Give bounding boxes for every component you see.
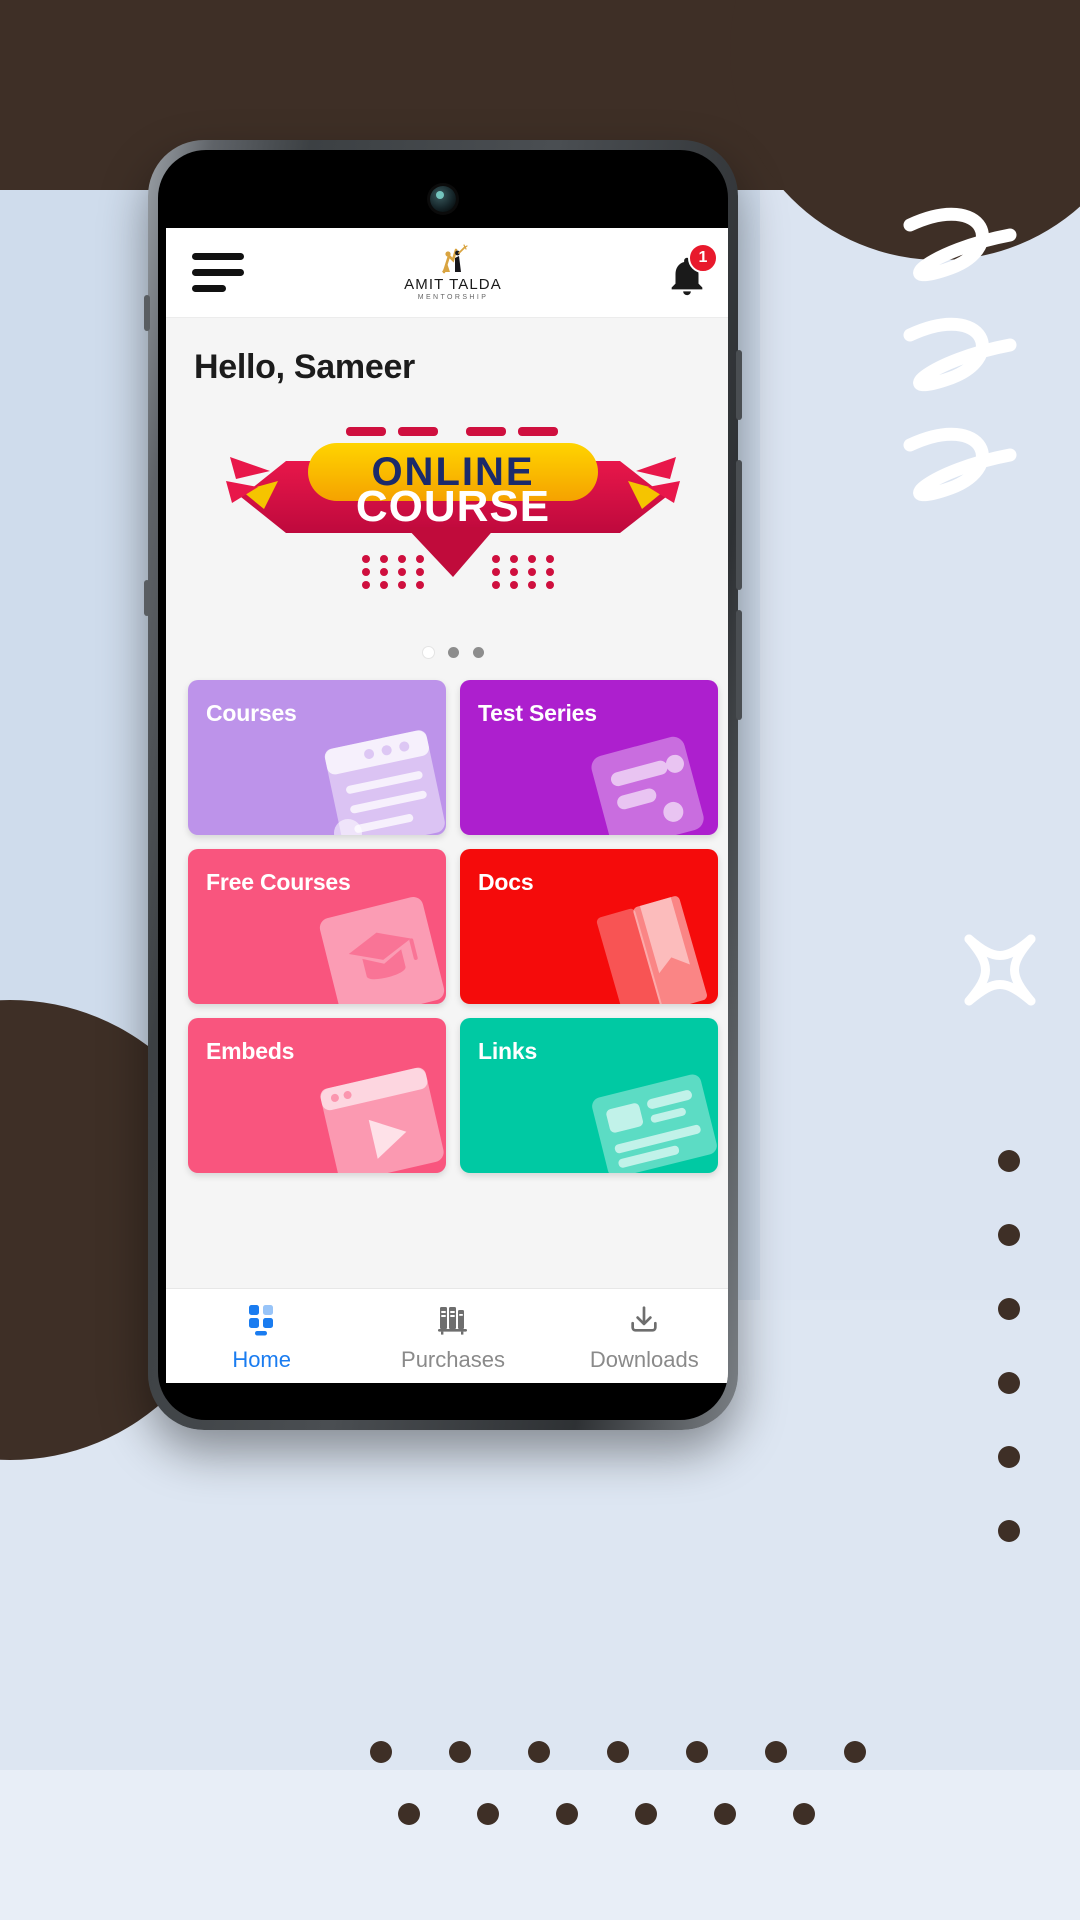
app-header: AMIT TALDA MENTORSHIP 1 xyxy=(166,228,728,318)
tile-label: Links xyxy=(478,1038,538,1064)
banner-slide[interactable]: ONLINE COURSE xyxy=(166,409,728,629)
nav-item-purchases[interactable]: Purchases xyxy=(357,1299,548,1373)
bottom-navigation-bar: Home Purchases Downloads xyxy=(166,1288,728,1383)
download-arrow-icon xyxy=(627,1299,661,1339)
video-player-icon xyxy=(312,1059,446,1173)
x-decoration-icon xyxy=(955,925,1045,1015)
tile-test-series[interactable]: Test Series xyxy=(460,680,718,835)
notification-badge: 1 xyxy=(687,242,718,273)
logo-mark-icon xyxy=(436,244,470,274)
link-cards-icon xyxy=(584,1059,718,1173)
tile-label: Test Series xyxy=(478,700,597,726)
phone-side-button-3 xyxy=(736,610,742,720)
category-tiles-grid: Courses Test Series Free Courses Docs Em… xyxy=(166,674,728,1288)
hamburger-menu-icon[interactable] xyxy=(192,253,244,292)
book-icon xyxy=(584,890,718,1004)
dot-grid-decoration xyxy=(370,1741,1010,1865)
tile-label: Docs xyxy=(478,869,534,895)
document-list-icon xyxy=(312,721,446,835)
carousel-dot-1[interactable] xyxy=(422,647,434,658)
phone-left-button-1 xyxy=(144,295,150,331)
phone-mockup: AMIT TALDA MENTORSHIP 1 Hello, Sameer ON… xyxy=(144,140,742,1430)
tile-label: Free Courses xyxy=(206,869,351,895)
logo-name: AMIT TALDA xyxy=(404,276,502,293)
dot-column-decoration xyxy=(998,1150,1020,1594)
grid-dashboard-icon xyxy=(245,1299,279,1339)
phone-bezel: AMIT TALDA MENTORSHIP 1 Hello, Sameer ON… xyxy=(158,150,728,1420)
svg-text:COURSE: COURSE xyxy=(356,482,550,531)
tile-label: Embeds xyxy=(206,1038,295,1064)
greeting-text: Hello, Sameer xyxy=(166,318,728,395)
banner-carousel[interactable]: ONLINE COURSE xyxy=(166,395,728,674)
tile-free-courses[interactable]: Free Courses xyxy=(188,849,446,1004)
tile-docs[interactable]: Docs xyxy=(460,849,718,1004)
nav-label: Downloads xyxy=(589,1347,699,1372)
phone-left-button-2 xyxy=(144,580,150,616)
carousel-dots[interactable] xyxy=(166,629,728,674)
tile-courses[interactable]: Courses xyxy=(188,680,446,835)
carousel-dot-2[interactable] xyxy=(447,647,459,658)
graduation-cap-icon xyxy=(312,890,446,1004)
books-shelf-icon xyxy=(436,1299,470,1339)
tile-links[interactable]: Links xyxy=(460,1018,718,1173)
squiggle-decoration xyxy=(890,190,1050,510)
nav-item-downloads[interactable]: Downloads xyxy=(549,1299,728,1373)
logo-subtitle: MENTORSHIP xyxy=(417,294,489,301)
nav-label: Purchases xyxy=(401,1347,505,1372)
front-camera xyxy=(430,186,456,212)
phone-side-button-1 xyxy=(736,350,742,420)
nav-label: Home xyxy=(232,1347,291,1372)
carousel-dot-3[interactable] xyxy=(472,647,484,658)
nav-item-home[interactable]: Home xyxy=(166,1299,357,1373)
online-course-banner-graphic: ONLINE COURSE xyxy=(226,427,680,589)
brand-logo: AMIT TALDA MENTORSHIP xyxy=(404,244,502,301)
tile-label: Courses xyxy=(206,700,297,726)
app-screen: AMIT TALDA MENTORSHIP 1 Hello, Sameer ON… xyxy=(166,228,728,1383)
notification-bell-button[interactable]: 1 xyxy=(662,242,718,299)
phone-side-button-2 xyxy=(736,460,742,590)
test-papers-icon xyxy=(584,721,718,835)
tile-embeds[interactable]: Embeds xyxy=(188,1018,446,1173)
